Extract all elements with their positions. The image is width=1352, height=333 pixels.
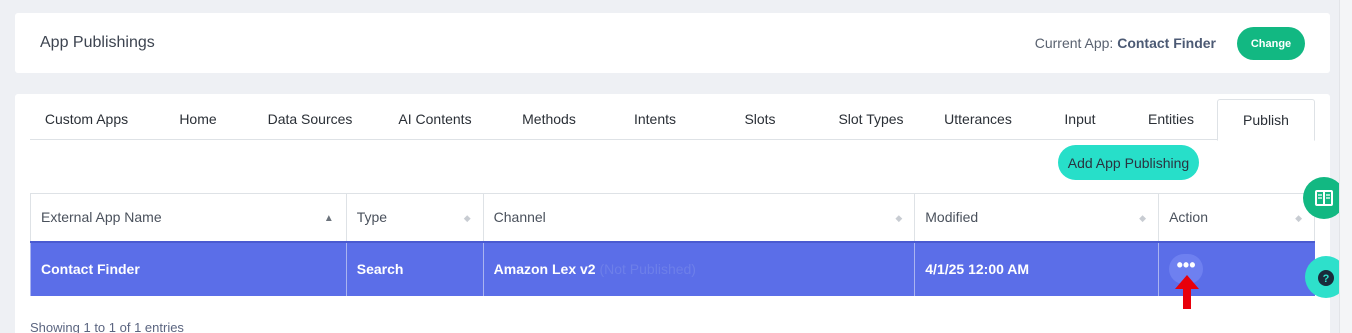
sort-asc-icon: ▲ [323, 213, 334, 224]
column-header-type[interactable]: Type ◆ [345, 193, 484, 242]
channel-status: (Not Published) [599, 261, 696, 277]
tab-ai-contents[interactable]: AI Contents [386, 99, 484, 140]
tab-utterances[interactable]: Utterances [933, 99, 1023, 140]
cell-channel: Amazon Lex v2 (Not Published) [482, 240, 915, 296]
cell-type: Search [345, 240, 484, 296]
tab-slots[interactable]: Slots [720, 99, 800, 140]
more-icon: ••• [1176, 255, 1196, 275]
cell-modified: 4/1/25 12:00 AM [914, 240, 1159, 296]
svg-text:?: ? [1323, 273, 1330, 285]
publishings-table: External App Name ▲ Type ◆ Channel ◆ Mod… [30, 193, 1315, 296]
tab-data-sources[interactable]: Data Sources [260, 99, 360, 140]
tab-home[interactable]: Home [160, 99, 236, 140]
channel-name: Amazon Lex v2 [493, 261, 596, 277]
header-card: App Publishings Current App: Contact Fin… [15, 13, 1330, 73]
red-arrow-icon [1175, 275, 1199, 309]
sort-icon: ◆ [895, 213, 903, 223]
column-header-channel[interactable]: Channel ◆ [482, 193, 916, 242]
current-app-label: Current App: [1034, 35, 1114, 51]
add-app-publishing-button[interactable]: Add App Publishing [1058, 145, 1199, 180]
tab-entities[interactable]: Entities [1131, 99, 1211, 140]
tab-publish[interactable]: Publish [1217, 99, 1315, 141]
sort-icon: ◆ [1139, 213, 1147, 223]
tab-bar: Custom Apps Home Data Sources AI Content… [30, 99, 1315, 141]
column-header-modified[interactable]: Modified ◆ [914, 193, 1160, 242]
table-info: Showing 1 to 1 of 1 entries [30, 320, 184, 333]
tab-methods[interactable]: Methods [509, 99, 589, 140]
column-header-action[interactable]: Action ◆ [1158, 193, 1315, 242]
sort-icon: ◆ [1295, 213, 1302, 223]
column-header-external-app-name[interactable]: External App Name ▲ [30, 193, 347, 242]
main-card: Custom Apps Home Data Sources AI Content… [15, 94, 1330, 333]
tab-slot-types[interactable]: Slot Types [816, 99, 926, 140]
table-header-row: External App Name ▲ Type ◆ Channel ◆ Mod… [30, 193, 1315, 242]
page-title: App Publishings [40, 34, 155, 51]
tab-input[interactable]: Input [1040, 99, 1120, 140]
current-app-name: Contact Finder [1117, 35, 1216, 51]
tab-custom-apps[interactable]: Custom Apps [30, 99, 143, 140]
tab-intents[interactable]: Intents [615, 99, 695, 140]
page-scrollbar[interactable] [1339, 0, 1352, 333]
sort-icon: ◆ [463, 213, 471, 223]
change-app-button[interactable]: Change [1237, 27, 1305, 60]
cell-app-name: Contact Finder [30, 240, 347, 296]
table-row[interactable]: Contact Finder Search Amazon Lex v2 (Not… [30, 240, 1315, 296]
current-app: Current App: Contact Finder [1035, 35, 1216, 51]
